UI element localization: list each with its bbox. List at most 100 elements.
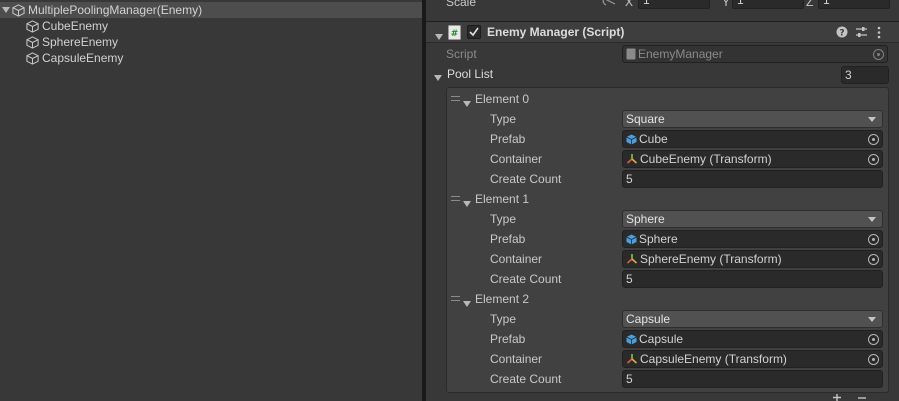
object-picker-icon[interactable]	[868, 234, 879, 245]
container-label: Container	[490, 152, 543, 166]
container-label: Container	[490, 352, 543, 366]
scale-z-field[interactable]: 1	[818, 0, 890, 9]
script-file-icon: #	[448, 25, 461, 40]
object-picker-icon[interactable]	[868, 154, 879, 165]
element-0-type-dropdown[interactable]: Square	[622, 110, 883, 128]
hierarchy-item-capsule-enemy[interactable]: CapsuleEnemy	[26, 50, 123, 66]
element-2-type-dropdown[interactable]: Capsule	[622, 310, 883, 328]
remove-element-icon[interactable]	[856, 393, 868, 401]
type-label: Type	[490, 212, 517, 226]
hierarchy-item-root[interactable]: MultiplePoolingManager(Enemy)	[0, 2, 422, 18]
object-picker-icon	[873, 49, 884, 60]
object-picker-icon[interactable]	[868, 134, 879, 145]
hierarchy-item-cube-enemy[interactable]: CubeEnemy	[26, 18, 108, 34]
component-title: Enemy Manager (Script)	[487, 25, 625, 39]
chevron-down-icon	[868, 317, 876, 322]
object-picker-icon[interactable]	[868, 254, 879, 265]
cube-outline-icon	[12, 3, 25, 17]
element-2-prefab-field[interactable]: Capsule	[622, 330, 883, 348]
transform-axis-icon	[626, 254, 638, 264]
element-1-prefab-field[interactable]: Sphere	[622, 230, 883, 248]
presets-icon[interactable]	[855, 26, 868, 38]
component-header[interactable]: # Enemy Manager (Script) ?	[426, 21, 899, 43]
create-count-label: Create Count	[490, 372, 562, 386]
scale-y-label: Y	[722, 0, 731, 9]
script-value: EnemyManager	[638, 47, 723, 61]
prefab-cube-icon	[626, 134, 637, 144]
prefab-value: Cube	[639, 132, 668, 146]
scale-label: Scale	[446, 0, 477, 9]
type-value: Square	[626, 112, 665, 126]
type-value: Sphere	[626, 212, 665, 226]
create-count-label: Create Count	[490, 172, 562, 186]
scale-x-label: X	[625, 0, 634, 9]
create-count-label: Create Count	[490, 272, 562, 286]
container-label: Container	[490, 252, 543, 266]
type-label: Type	[490, 312, 517, 326]
foldout-arrow-icon[interactable]	[0, 2, 12, 18]
pool-list-label: Pool List	[447, 67, 494, 81]
drag-handle-icon[interactable]	[451, 196, 460, 201]
script-field: EnemyManager	[622, 45, 888, 63]
element-0-label: Element 0	[475, 92, 530, 106]
component-enabled-checkbox[interactable]	[467, 25, 481, 39]
element-2-create-count-field[interactable]: 5	[622, 370, 883, 388]
hierarchy-panel: MultiplePoolingManager(Enemy) CubeEnemy …	[0, 0, 422, 401]
element-1-container-field[interactable]: SphereEnemy (Transform)	[622, 250, 883, 268]
script-file-icon	[626, 48, 636, 60]
object-picker-icon[interactable]	[868, 334, 879, 345]
transform-axis-icon	[626, 354, 638, 364]
pool-list-foldout-icon[interactable]	[434, 70, 442, 84]
element-0-prefab-field[interactable]: Cube	[622, 130, 883, 148]
transform-axis-icon	[626, 154, 638, 164]
element-0-container-field[interactable]: CubeEnemy (Transform)	[622, 150, 883, 168]
prefab-cube-icon	[626, 234, 637, 244]
prefab-value: Capsule	[639, 332, 684, 346]
cube-outline-icon	[26, 19, 39, 33]
element-2-container-field[interactable]: CapsuleEnemy (Transform)	[622, 350, 883, 368]
chevron-down-icon	[868, 117, 876, 122]
kebab-menu-icon[interactable]	[876, 26, 882, 39]
container-value: CapsuleEnemy (Transform)	[640, 352, 787, 366]
hierarchy-item-label: CapsuleEnemy	[42, 51, 124, 65]
help-icon[interactable]: ?	[836, 26, 848, 38]
prefab-cube-icon	[626, 334, 637, 344]
element-1-label: Element 1	[475, 192, 530, 206]
element-2-label: Element 2	[475, 292, 530, 306]
scale-z-label: Z	[806, 0, 814, 9]
prefab-label: Prefab	[490, 332, 526, 346]
hierarchy-item-sphere-enemy[interactable]: SphereEnemy	[26, 34, 118, 50]
element-0-create-count-field[interactable]: 5	[622, 170, 883, 188]
constrain-proportions-icon[interactable]	[601, 0, 617, 6]
inspector-panel: Scale X 1 Y 1 Z 1 # Enemy Manager (Scrip…	[426, 0, 899, 401]
cube-outline-icon	[26, 35, 39, 49]
object-picker-icon[interactable]	[868, 354, 879, 365]
component-foldout-icon[interactable]	[435, 29, 443, 43]
add-element-icon[interactable]	[831, 393, 843, 401]
scale-y-field[interactable]: 1	[732, 0, 804, 9]
drag-handle-icon[interactable]	[451, 96, 460, 101]
type-label: Type	[490, 112, 517, 126]
svg-text:#: #	[451, 29, 459, 39]
hierarchy-item-label: CubeEnemy	[42, 19, 109, 33]
hierarchy-item-label: SphereEnemy	[42, 35, 119, 49]
script-label: Script	[446, 47, 477, 61]
pool-list-size-field[interactable]: 3	[841, 66, 889, 84]
type-value: Capsule	[626, 312, 671, 326]
checkmark-icon	[469, 27, 479, 37]
svg-text:?: ?	[839, 29, 844, 39]
hierarchy-item-label: MultiplePoolingManager(Enemy)	[28, 3, 203, 17]
prefab-label: Prefab	[490, 132, 526, 146]
container-value: CubeEnemy (Transform)	[640, 152, 772, 166]
element-foldout-icon[interactable]	[463, 196, 471, 210]
prefab-label: Prefab	[490, 232, 526, 246]
element-foldout-icon[interactable]	[463, 96, 471, 110]
element-1-create-count-field[interactable]: 5	[622, 270, 883, 288]
drag-handle-icon[interactable]	[451, 296, 460, 301]
container-value: SphereEnemy (Transform)	[640, 252, 782, 266]
scale-x-field[interactable]: 1	[638, 0, 710, 9]
cube-outline-icon	[26, 51, 39, 65]
prefab-value: Sphere	[639, 232, 678, 246]
element-1-type-dropdown[interactable]: Sphere	[622, 210, 883, 228]
element-foldout-icon[interactable]	[463, 296, 471, 310]
